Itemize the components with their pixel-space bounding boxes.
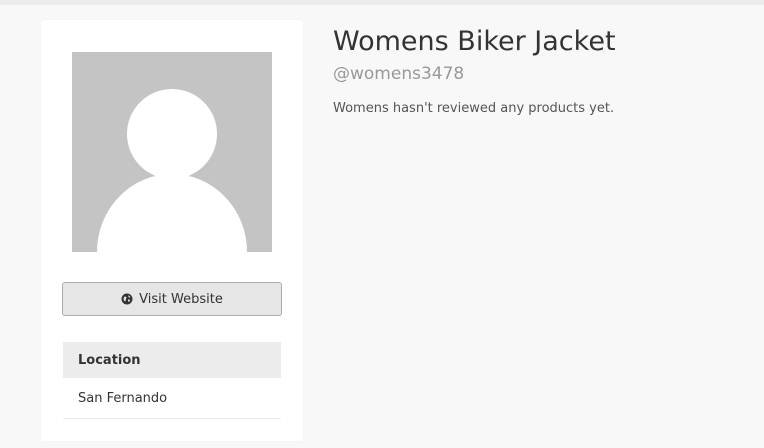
visit-website-button[interactable]: Visit Website — [62, 282, 282, 316]
globe-icon — [121, 293, 133, 305]
avatar — [72, 52, 272, 252]
reviews-empty-message: Womens hasn't reviewed any products yet. — [333, 101, 615, 116]
top-strip — [0, 0, 764, 5]
profile-handle: @womens3478 — [333, 64, 465, 84]
profile-card: Visit Website Location San Fernando — [41, 20, 303, 441]
profile-main: Womens Biker Jacket @womens3478 Womens h… — [333, 24, 753, 116]
visit-website-label: Visit Website — [139, 291, 223, 307]
location-heading: Location — [63, 342, 281, 378]
profile-name: Womens Biker Jacket — [333, 26, 616, 57]
default-avatar-icon — [72, 52, 272, 252]
location-value: San Fernando — [63, 379, 281, 419]
